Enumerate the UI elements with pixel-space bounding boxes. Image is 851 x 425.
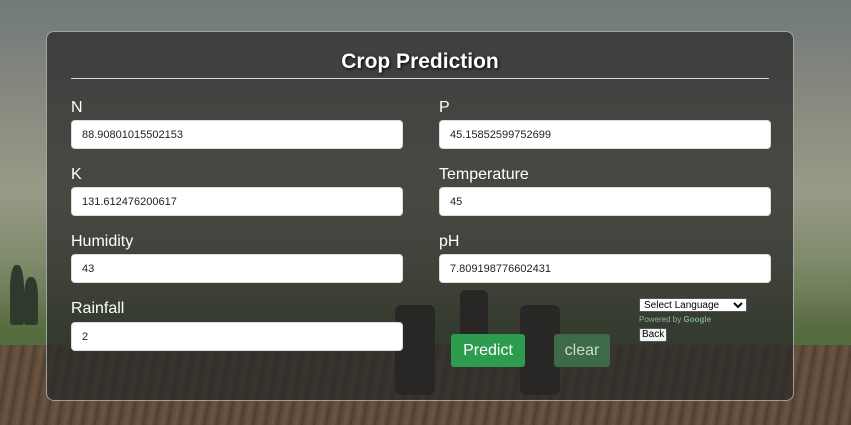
- background-tree: [24, 277, 38, 325]
- powered-by-label: Powered by: [639, 315, 682, 324]
- n-input[interactable]: [71, 120, 403, 149]
- predict-button[interactable]: Predict: [451, 334, 525, 367]
- page-title: Crop Prediction: [341, 50, 499, 73]
- temperature-label: Temperature: [439, 166, 529, 183]
- rainfall-input[interactable]: [71, 322, 403, 351]
- rainfall-label: Rainfall: [71, 300, 125, 317]
- title-divider: [71, 78, 769, 79]
- powered-by-text: Powered by Google: [639, 315, 711, 324]
- back-button[interactable]: Back: [639, 328, 668, 342]
- p-input[interactable]: [439, 120, 771, 149]
- p-label: P: [439, 99, 450, 116]
- clear-button[interactable]: clear: [554, 334, 610, 367]
- humidity-label: Humidity: [71, 233, 134, 250]
- google-brand: Google: [683, 315, 712, 324]
- temperature-input[interactable]: [439, 187, 771, 216]
- humidity-input[interactable]: [71, 254, 403, 283]
- ph-label: pH: [439, 233, 460, 250]
- n-label: N: [71, 99, 83, 116]
- background-tree: [10, 265, 24, 325]
- ph-input[interactable]: [439, 254, 771, 283]
- k-label: K: [71, 166, 82, 183]
- k-input[interactable]: [71, 187, 403, 216]
- prediction-panel: Crop Prediction N P K Temperature Humidi…: [46, 31, 794, 401]
- language-select[interactable]: Select Language: [639, 298, 747, 312]
